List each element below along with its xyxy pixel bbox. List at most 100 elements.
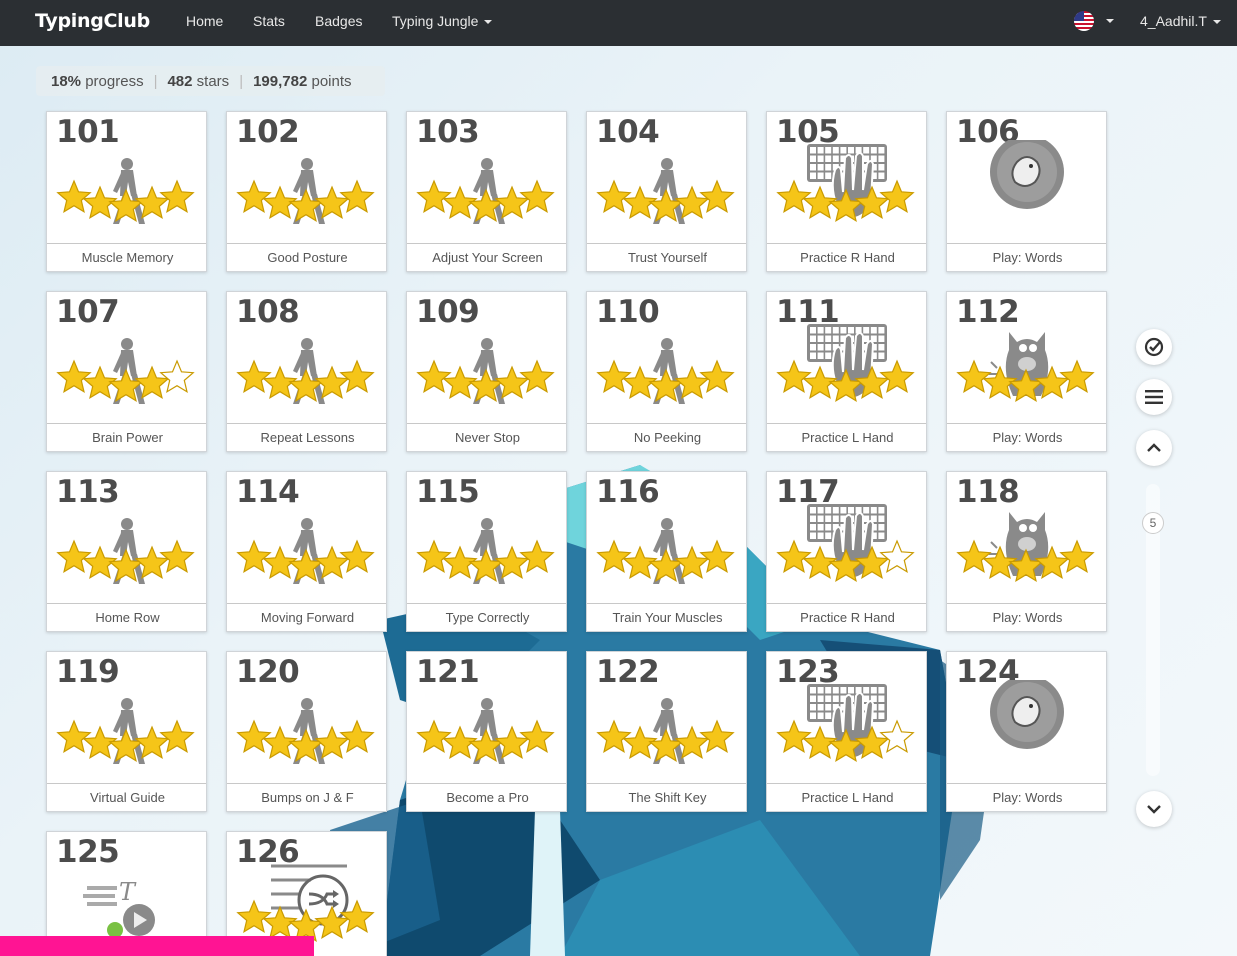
star-filled-icon [236, 359, 272, 394]
keyboard-hand-icon [776, 504, 915, 583]
lesson-tile[interactable]: 110 No Peeking [586, 291, 747, 452]
star-filled-icon [339, 179, 375, 214]
lesson-title: Bumps on J & F [227, 783, 386, 811]
lesson-title: Play: Words [947, 603, 1106, 631]
scroll-down-button[interactable] [1136, 791, 1172, 827]
star-filled-icon [776, 719, 812, 754]
star-filled-icon [879, 359, 915, 394]
star-empty-icon [159, 359, 195, 394]
lesson-tile[interactable]: 106 Play: Words [946, 111, 1107, 272]
lesson-tile[interactable]: 119 Virtual Guide [46, 651, 207, 812]
star-filled-icon [236, 539, 272, 574]
lesson-tile[interactable]: 108 Repeat Lessons [226, 291, 387, 452]
us-flag-icon[interactable] [1074, 11, 1094, 31]
star-filled-icon [1059, 359, 1095, 394]
stars-value: 482 [167, 72, 193, 90]
lesson-tile[interactable]: 121 Become a Pro [406, 651, 567, 812]
lesson-tile[interactable]: 107 Brain Power [46, 291, 207, 452]
username-label: 4_Aadhil.T [1140, 13, 1207, 29]
user-menu-dropdown[interactable]: 4_Aadhil.T [1140, 13, 1221, 29]
lesson-tile[interactable]: 109 Never Stop [406, 291, 567, 452]
lesson-tile[interactable]: 102 Good Posture [226, 111, 387, 272]
star-filled-icon [879, 179, 915, 214]
lesson-tile[interactable]: 120 Bumps on J & F [226, 651, 387, 812]
star-empty-icon [879, 539, 915, 574]
nav-home-link[interactable]: Home [186, 13, 223, 29]
chevron-up-icon [1147, 443, 1161, 452]
svg-text:T: T [119, 878, 137, 906]
walker-icon [56, 518, 195, 584]
walker-icon [596, 518, 735, 584]
star-filled-icon [416, 179, 452, 214]
progress-stats-bar: 18% progress | 482 stars | 199,782 point… [36, 66, 385, 96]
walker-icon [416, 518, 555, 584]
lesson-title: No Peeking [587, 423, 746, 451]
lesson-tile[interactable]: 113 Home Row [46, 471, 207, 632]
monster-icon [956, 512, 1095, 583]
star-filled-icon [236, 899, 272, 934]
scroll-page-knob[interactable]: 5 [1142, 512, 1164, 534]
lesson-tile[interactable]: 117 Practice R Hand [766, 471, 927, 632]
walker-icon [236, 518, 375, 584]
lesson-title: Repeat Lessons [227, 423, 386, 451]
lesson-tile[interactable]: 116 Train Your Muscles [586, 471, 747, 632]
lesson-tile[interactable]: 124 Play: Words [946, 651, 1107, 812]
lesson-tile[interactable]: 115 Type Correctly [406, 471, 567, 632]
lesson-title: Good Posture [227, 243, 386, 271]
nav-badges-link[interactable]: Badges [315, 13, 362, 29]
star-filled-icon [56, 539, 92, 574]
walker-icon [416, 338, 555, 404]
nav-stats-link[interactable]: Stats [253, 13, 285, 29]
check-progress-button[interactable] [1136, 329, 1172, 365]
monster-icon [956, 332, 1095, 403]
walker-icon [56, 338, 195, 404]
divider: | [239, 72, 244, 90]
lesson-tile[interactable]: 101 Muscle Memory [46, 111, 207, 272]
hamburger-icon [1145, 390, 1163, 404]
lesson-tile[interactable]: 114 Moving Forward [226, 471, 387, 632]
lesson-tile[interactable]: 104 Trust Yourself [586, 111, 747, 272]
star-filled-icon [339, 359, 375, 394]
star-filled-icon [1059, 539, 1095, 574]
lesson-title: Practice L Hand [767, 423, 926, 451]
star-filled-icon [519, 719, 555, 754]
brand-logo[interactable]: TypingClub [35, 10, 150, 32]
walker-icon [596, 698, 735, 764]
star-filled-icon [159, 539, 195, 574]
keyboard-hand-icon [776, 684, 915, 763]
star-filled-icon [56, 179, 92, 214]
star-filled-icon [236, 719, 272, 754]
scroll-up-button[interactable] [1136, 430, 1172, 466]
lesson-title: Practice L Hand [767, 783, 926, 811]
lesson-title: Play: Words [947, 243, 1106, 271]
star-filled-icon [519, 359, 555, 394]
star-filled-icon [596, 359, 632, 394]
language-chevron-down-icon[interactable] [1106, 19, 1114, 23]
lesson-title: Brain Power [47, 423, 206, 451]
lesson-title: Virtual Guide [47, 783, 206, 811]
bottom-accent-bar [0, 936, 314, 956]
lesson-tile[interactable]: 123 Practice L Hand [766, 651, 927, 812]
lesson-tile[interactable]: 103 Adjust Your Screen [406, 111, 567, 272]
star-filled-icon [416, 719, 452, 754]
star-filled-icon [699, 179, 735, 214]
divider: | [153, 72, 158, 90]
lesson-tile[interactable]: 112 Play: Words [946, 291, 1107, 452]
nav-typing-jungle-dropdown[interactable]: Typing Jungle [392, 13, 493, 29]
nav-typing-jungle-label: Typing Jungle [392, 13, 479, 29]
star-filled-icon [776, 179, 812, 214]
walker-icon [596, 338, 735, 404]
lesson-tile[interactable]: 105 Practice R Hand [766, 111, 927, 272]
lesson-tile[interactable]: 111 Practice L Hand [766, 291, 927, 452]
lesson-title: Adjust Your Screen [407, 243, 566, 271]
keyboard-hand-icon [776, 144, 915, 223]
menu-button[interactable] [1136, 379, 1172, 415]
star-filled-icon [596, 719, 632, 754]
lesson-title: Train Your Muscles [587, 603, 746, 631]
lesson-tile[interactable]: 122 The Shift Key [586, 651, 747, 812]
check-circle-icon [1144, 337, 1164, 357]
lesson-tile[interactable]: 118 Play: Words [946, 471, 1107, 632]
lesson-title: Type Correctly [407, 603, 566, 631]
lesson-title: Play: Words [947, 783, 1106, 811]
star-filled-icon [699, 359, 735, 394]
